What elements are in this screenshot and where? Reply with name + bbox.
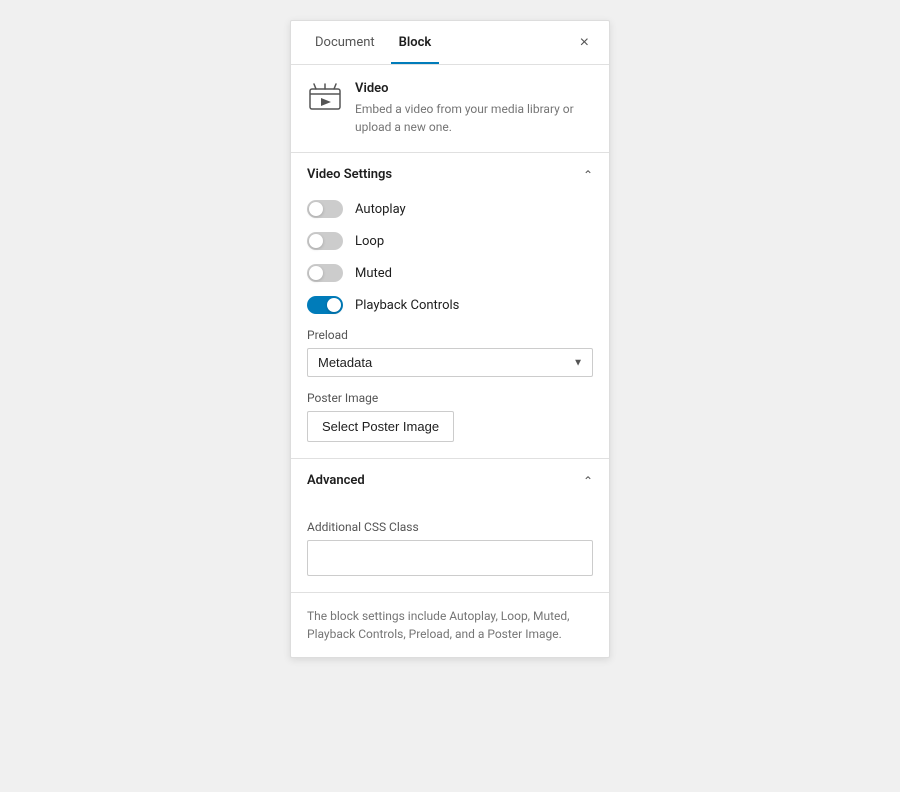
muted-label: Muted [355,266,392,281]
preload-label: Preload [307,328,593,342]
playback-controls-thumb [327,298,341,312]
poster-image-group: Poster Image Select Poster Image [307,391,593,442]
loop-row: Loop [307,232,593,250]
settings-panel: Document Block × Video Embed a video fro… [290,20,610,658]
poster-image-label: Poster Image [307,391,593,405]
advanced-header[interactable]: Advanced ⌃ [291,459,609,502]
tab-block[interactable]: Block [391,23,440,64]
muted-row: Muted [307,264,593,282]
video-settings-header[interactable]: Video Settings ⌃ [291,153,609,196]
chevron-up-icon: ⌃ [583,168,593,182]
advanced-title: Advanced [307,473,365,488]
autoplay-row: Autoplay [307,200,593,218]
loop-toggle[interactable] [307,232,343,250]
block-info: Video Embed a video from your media libr… [291,65,609,153]
preload-group: Preload Metadata Auto None ▼ [307,328,593,377]
video-settings-section: Video Settings ⌃ Autoplay [291,153,609,459]
advanced-content: Additional CSS Class [291,502,609,592]
playback-controls-label: Playback Controls [355,298,459,313]
css-class-input[interactable] [307,540,593,576]
muted-thumb [309,266,323,280]
autoplay-thumb [309,202,323,216]
preload-select-wrapper: Metadata Auto None ▼ [307,348,593,377]
block-title: Video [355,81,593,96]
tabs-header: Document Block × [291,21,609,65]
playback-controls-toggle[interactable] [307,296,343,314]
playback-controls-track [307,296,343,314]
loop-thumb [309,234,323,248]
css-class-group: Additional CSS Class [307,520,593,576]
video-settings-title: Video Settings [307,167,392,182]
footer-description: The block settings include Autoplay, Loo… [291,593,609,657]
block-desc-text: Embed a video from your media library or… [355,100,593,136]
video-icon [307,81,343,117]
autoplay-label: Autoplay [355,202,406,217]
muted-toggle[interactable] [307,264,343,282]
loop-track [307,232,343,250]
autoplay-track [307,200,343,218]
video-settings-content: Autoplay Loop Muted [291,196,609,458]
css-class-label: Additional CSS Class [307,520,593,534]
loop-label: Loop [355,234,384,249]
playback-controls-row: Playback Controls [307,296,593,314]
block-description: Video Embed a video from your media libr… [355,81,593,136]
advanced-section: Advanced ⌃ Additional CSS Class [291,459,609,593]
muted-track [307,264,343,282]
select-poster-image-button[interactable]: Select Poster Image [307,411,454,442]
tab-document[interactable]: Document [307,23,383,64]
close-button[interactable]: × [576,31,593,55]
preload-select[interactable]: Metadata Auto None [307,348,593,377]
autoplay-toggle[interactable] [307,200,343,218]
advanced-chevron-up-icon: ⌃ [583,474,593,488]
